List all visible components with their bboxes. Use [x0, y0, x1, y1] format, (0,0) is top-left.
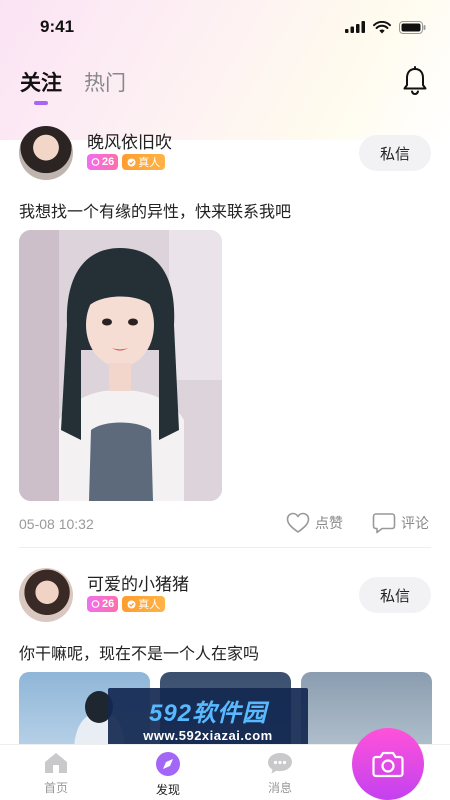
post-photo[interactable]	[19, 230, 222, 501]
like-button[interactable]: 点赞	[286, 512, 343, 534]
watermark-brand: 592软件园	[148, 700, 268, 727]
age-value: 26	[102, 598, 115, 610]
bell-icon[interactable]	[402, 66, 428, 96]
private-message-button[interactable]: 私信	[359, 577, 431, 613]
post-header: 可爱的小猪猪 26 真人 私信	[0, 568, 450, 628]
private-message-button[interactable]: 私信	[359, 135, 431, 171]
private-message-label: 私信	[379, 587, 410, 605]
comment-label: 评论	[401, 515, 429, 531]
post-header: 晚风依旧吹 26 真人 私信	[0, 126, 450, 186]
username[interactable]: 可爱的小猪猪	[87, 570, 189, 595]
battery-icon	[399, 20, 426, 34]
post-divider	[19, 547, 431, 548]
status-time: 9:41	[40, 17, 75, 36]
private-message-label: 私信	[379, 145, 410, 163]
verified-icon	[127, 600, 136, 608]
verified-badge: 真人	[122, 596, 166, 612]
tab-following-label: 关注	[20, 72, 62, 95]
status-icons	[345, 20, 426, 34]
verified-label: 真人	[138, 599, 161, 611]
tabbar-label-discover: 发现	[155, 783, 180, 797]
post-meta: 05-08 10:32 点赞 评论	[0, 512, 450, 538]
camera-icon	[372, 751, 404, 778]
comment-button[interactable]: 评论	[372, 512, 429, 534]
user-badges: 26 真人	[87, 596, 166, 612]
avatar[interactable]	[19, 126, 73, 180]
age-value: 26	[102, 156, 115, 168]
status-bar: 9:41	[0, 0, 450, 54]
tabbar-item-discover[interactable]: 发现	[112, 745, 224, 800]
age-badge: 26	[87, 154, 119, 170]
like-label: 点赞	[315, 515, 343, 531]
tab-following[interactable]: 关注	[20, 67, 62, 105]
user-badges: 26 真人	[87, 154, 166, 170]
post-text: 你干嘛呢，现在不是一个人在家吗	[19, 646, 260, 663]
username[interactable]: 晚风依旧吹	[87, 128, 172, 153]
watermark: 592软件园 www.592xiazai.com	[108, 688, 308, 748]
comment-icon	[372, 513, 396, 534]
feed-post: 可爱的小猪猪 26 真人 私信	[0, 568, 450, 628]
verified-label: 真人	[138, 157, 161, 169]
chat-bubble-icon	[91, 157, 100, 166]
tabbar-item-home[interactable]: 首页	[0, 745, 112, 800]
portrait-photo	[19, 230, 222, 501]
verified-icon	[127, 158, 136, 166]
signal-icon	[345, 21, 365, 33]
active-tab-indicator	[34, 101, 48, 105]
home-icon	[45, 753, 67, 773]
camera-button[interactable]	[352, 728, 424, 800]
tabbar-label-home: 首页	[43, 781, 68, 795]
discover-icon	[156, 752, 180, 776]
watermark-url: www.592xiazai.com	[143, 728, 273, 743]
post-time: 05-08 10:32	[19, 516, 94, 532]
verified-badge: 真人	[122, 154, 166, 170]
message-icon	[268, 753, 292, 774]
feed-header: 关注 热门	[0, 60, 450, 105]
post-text: 我想找一个有缘的异性，快来联系我吧	[19, 204, 292, 221]
tab-popular-label: 热门	[84, 72, 126, 95]
wifi-icon	[373, 20, 391, 33]
heart-icon	[286, 512, 310, 533]
feed-post: 晚风依旧吹 26 真人 私信	[0, 126, 450, 186]
age-badge: 26	[87, 596, 119, 612]
tabbar-item-messages[interactable]: 消息	[224, 745, 336, 800]
chat-bubble-icon	[91, 599, 100, 608]
tabbar-label-messages: 消息	[267, 781, 292, 795]
tab-popular[interactable]: 热门	[84, 67, 126, 97]
avatar[interactable]	[19, 568, 73, 622]
